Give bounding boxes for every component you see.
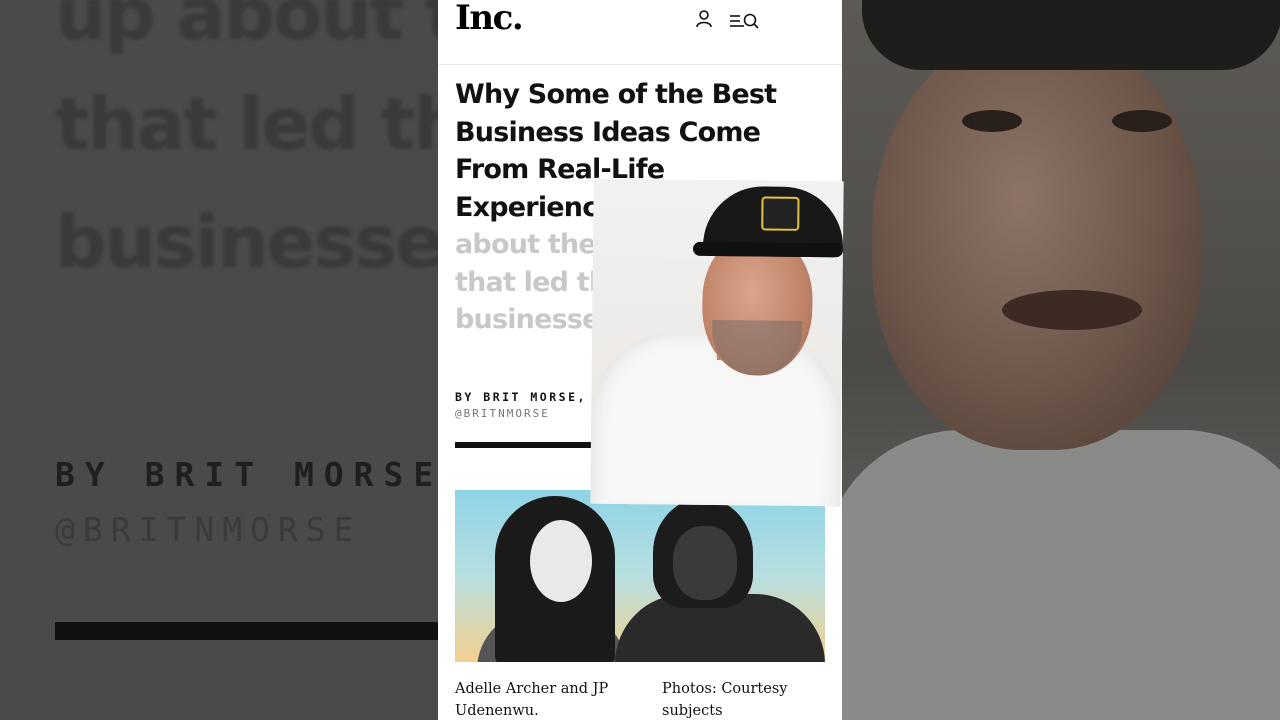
menu-search-icon[interactable]: [730, 12, 760, 30]
site-header: Inc.: [438, 0, 842, 65]
bg-text-line-3: businesses.: [55, 200, 438, 284]
bg-person-head: [872, 30, 1202, 450]
bg-person-eye: [1112, 110, 1172, 132]
bg-text-line-1: up about the: [55, 0, 438, 56]
bg-byline: BY BRIT MORSE,: [55, 455, 438, 494]
bg-handle: @BRITNMORSE: [55, 510, 362, 549]
cap-logo-icon: [761, 196, 800, 231]
person-1-face: [530, 520, 592, 602]
bg-text-line-2: that led ther: [55, 82, 438, 166]
user-icon[interactable]: [696, 10, 712, 28]
speaker-video-overlay: [590, 178, 844, 507]
bg-person-mouth: [1002, 290, 1142, 330]
speaker-cap-brim: [692, 241, 844, 258]
hero-image: [455, 490, 825, 662]
article-byline: BY BRIT MORSE, A: [455, 390, 606, 404]
bg-person-cap: [862, 0, 1280, 70]
bg-person-shirt: [842, 430, 1280, 720]
site-logo[interactable]: Inc.: [455, 0, 524, 38]
background-zoom-right-person: [842, 0, 1280, 720]
person-2-face: [673, 526, 737, 600]
image-caption: Adelle Archer and JP Udenenwu.: [455, 681, 609, 719]
image-credit: Photos: Courtesy subjects: [662, 681, 788, 719]
author-handle[interactable]: @BRITNMORSE: [455, 407, 550, 420]
bg-person-eye: [962, 110, 1022, 132]
bg-divider: [55, 622, 438, 640]
background-zoom-left: up about the that led ther businesses. B…: [0, 0, 438, 720]
